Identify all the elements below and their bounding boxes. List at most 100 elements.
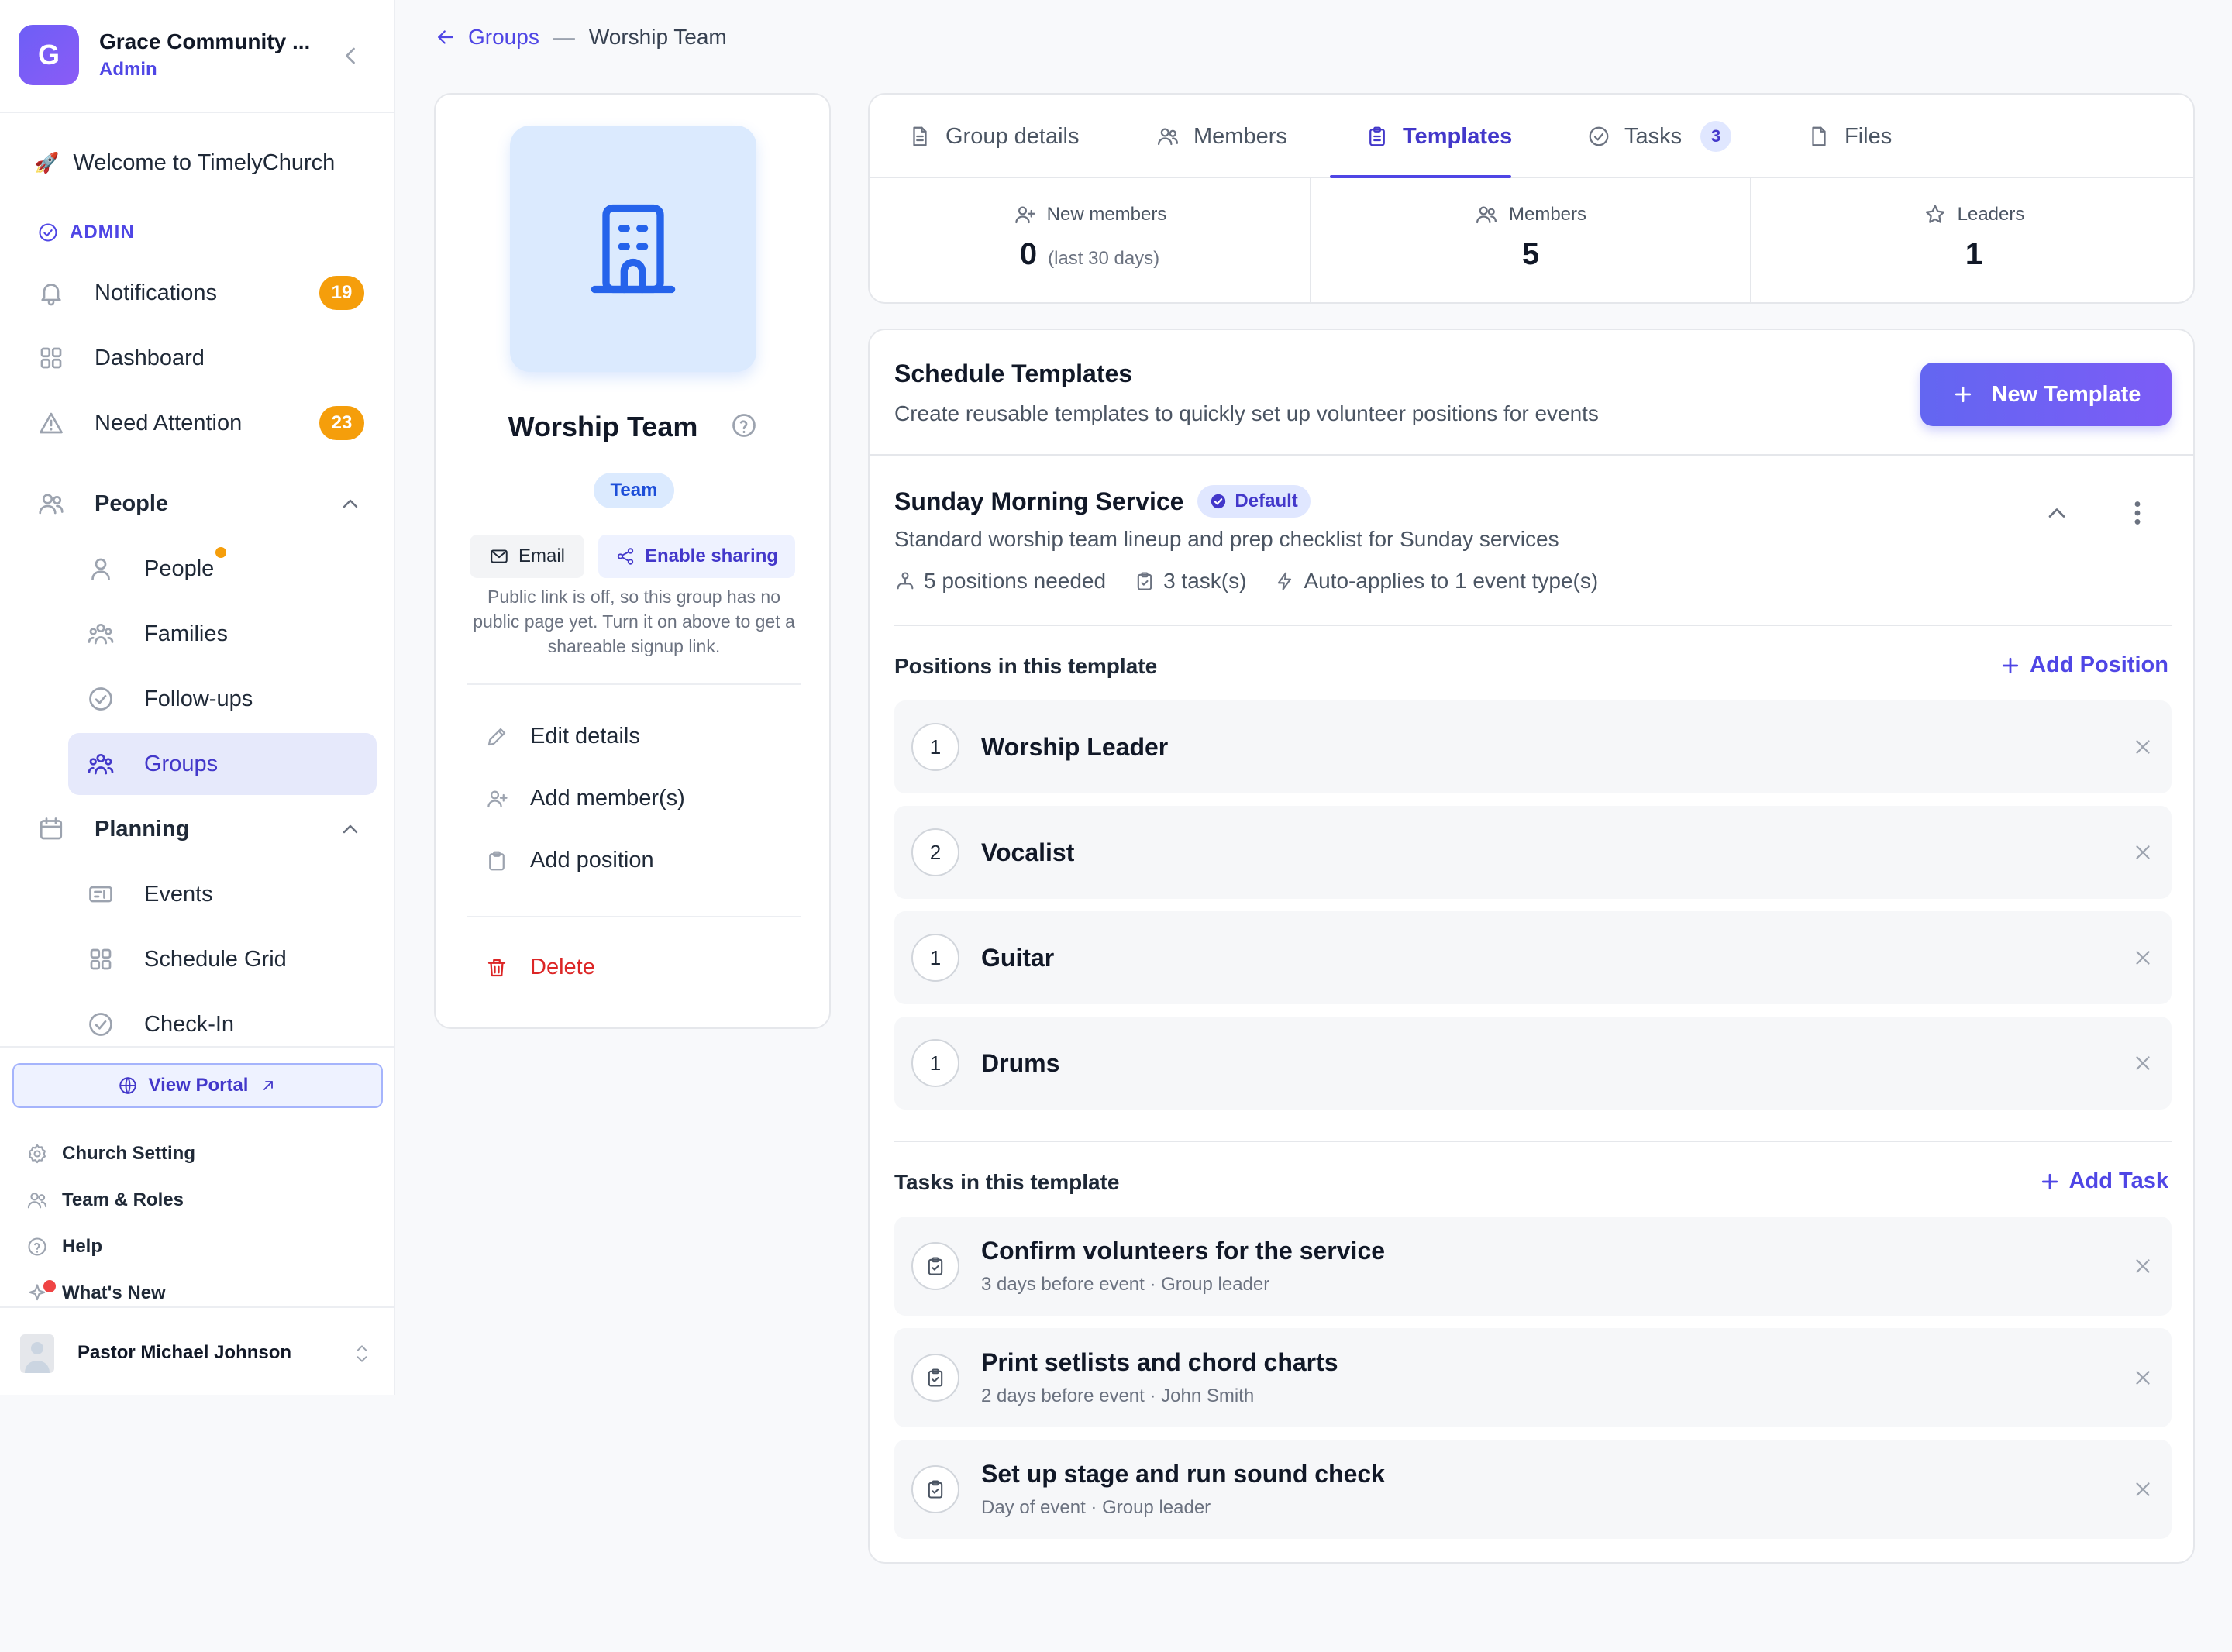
church-setting-link[interactable]: Church Setting xyxy=(26,1134,195,1173)
add-task-link[interactable]: Add Task xyxy=(2038,1168,2168,1194)
sidebar-section-people[interactable]: People xyxy=(31,476,372,532)
stat-value: 5 xyxy=(1521,237,1540,271)
org-header[interactable]: G Grace Community ... Admin xyxy=(0,0,394,113)
clipboard-check-icon xyxy=(928,1257,943,1275)
meta-positions: 5 positions needed xyxy=(894,569,1106,594)
add-member-button[interactable]: Add member(s) xyxy=(485,786,685,811)
task-icon-circle xyxy=(911,1354,959,1402)
sidebar-item-schedule-grid[interactable]: Schedule Grid xyxy=(68,928,377,990)
chevron-up-icon[interactable] xyxy=(338,817,363,841)
sidebar-item-label: Check-In xyxy=(144,1011,235,1037)
sidebar-item-events[interactable]: Events xyxy=(68,863,377,925)
task-detail: Day of event · Group leader xyxy=(981,1497,1211,1518)
enable-sharing-button[interactable]: Enable sharing xyxy=(598,535,795,578)
email-button[interactable]: Email xyxy=(470,535,584,578)
position-row[interactable]: 1 Worship Leader xyxy=(894,700,2172,793)
clipboard-check-icon xyxy=(928,1480,943,1499)
add-position-link[interactable]: Add Position xyxy=(1999,652,2168,678)
chevron-up-icon[interactable] xyxy=(2043,499,2071,527)
close-icon[interactable] xyxy=(2131,1051,2154,1075)
stat-number: 0 xyxy=(1019,237,1038,271)
sidebar-item-families[interactable]: Families xyxy=(68,603,377,665)
user-menu[interactable]: Pastor Michael Johnson xyxy=(0,1306,394,1395)
sidebar-item-follow-ups[interactable]: Follow-ups xyxy=(68,668,377,730)
group-name: Worship Team xyxy=(508,411,698,442)
delete-button[interactable]: Delete xyxy=(485,955,595,980)
meta-tasks-text: 3 task(s) xyxy=(1163,569,1247,593)
file-icon xyxy=(1812,126,1826,146)
help-label: Help xyxy=(62,1236,103,1257)
more-vertical-icon[interactable] xyxy=(2124,497,2151,528)
task-row[interactable]: Confirm volunteers for the service 3 day… xyxy=(894,1217,2172,1316)
team-roles-label: Team & Roles xyxy=(62,1189,184,1210)
position-name: Worship Leader xyxy=(981,733,1169,761)
team-roles-link[interactable]: Team & Roles xyxy=(26,1181,184,1220)
org-name: Grace Community ... xyxy=(99,29,311,53)
sidebar-item-notifications[interactable]: Notifications 19 xyxy=(31,265,372,321)
stat-label-text: Leaders xyxy=(1957,204,2025,225)
sidebar-item-dashboard[interactable]: Dashboard xyxy=(31,330,372,386)
close-icon[interactable] xyxy=(2131,841,2154,864)
task-row[interactable]: Set up stage and run sound check Day of … xyxy=(894,1440,2172,1539)
collapse-sidebar-icon[interactable] xyxy=(336,42,364,70)
position-row[interactable]: 1 Drums xyxy=(894,1017,2172,1110)
welcome-link[interactable]: 🚀 Welcome to TimelyChurch xyxy=(34,150,335,176)
tab-group-details[interactable]: Group details xyxy=(908,95,1080,178)
position-row[interactable]: 2 Vocalist xyxy=(894,806,2172,899)
close-icon[interactable] xyxy=(2131,1254,2154,1278)
view-portal-button[interactable]: View Portal xyxy=(12,1063,383,1108)
tab-members[interactable]: Members xyxy=(1156,95,1287,178)
position-count: 1 xyxy=(911,934,959,982)
help-link[interactable]: Help xyxy=(26,1227,102,1266)
user-plus-icon xyxy=(1014,206,1035,224)
add-task-label: Add Task xyxy=(2068,1168,2168,1193)
tab-templates[interactable]: Templates xyxy=(1366,95,1512,178)
tab-bar: Group details Members Templates Tasks 3 … xyxy=(870,95,2193,178)
edit-details-button[interactable]: Edit details xyxy=(485,724,640,749)
add-position-label: Add position xyxy=(530,848,654,872)
sidebar-item-groups[interactable]: Groups xyxy=(68,733,377,795)
add-position-button[interactable]: Add position xyxy=(485,848,654,873)
sidebar: G Grace Community ... Admin 🚀 Welcome to… xyxy=(0,0,395,1395)
task-row[interactable]: Print setlists and chord charts 2 days b… xyxy=(894,1328,2172,1427)
meta-positions-text: 5 positions needed xyxy=(924,569,1107,593)
edit-details-label: Edit details xyxy=(530,724,640,749)
template-name-row: Sunday Morning Service Default xyxy=(894,485,1311,518)
arrow-left-icon xyxy=(438,30,453,44)
share-icon xyxy=(617,548,634,565)
breadcrumb-back-link[interactable]: Groups xyxy=(434,25,539,50)
add-position-label: Add Position xyxy=(2030,652,2168,677)
close-icon[interactable] xyxy=(2131,946,2154,969)
sidebar-section-planning[interactable]: Planning xyxy=(31,801,372,857)
breadcrumb-current: Worship Team xyxy=(588,25,727,49)
tab-label: Group details xyxy=(946,123,1080,149)
new-template-button[interactable]: New Template xyxy=(1920,363,2172,426)
stat-label: Members xyxy=(1311,203,1750,226)
sidebar-item-label: Notifications xyxy=(95,280,217,305)
templates-description: Create reusable templates to quickly set… xyxy=(894,401,1599,425)
sidebar-item-need-attention[interactable]: Need Attention 23 xyxy=(31,395,372,451)
tab-label: Templates xyxy=(1403,123,1513,149)
gear-icon xyxy=(29,1144,46,1164)
sidebar-item-people[interactable]: People xyxy=(68,538,377,600)
grid-icon xyxy=(40,347,62,369)
tab-files[interactable]: Files xyxy=(1807,95,1892,178)
default-badge: Default xyxy=(1197,485,1311,518)
meta-auto-apply: Auto-applies to 1 event type(s) xyxy=(1274,569,1598,594)
close-icon[interactable] xyxy=(2131,735,2154,759)
position-row[interactable]: 1 Guitar xyxy=(894,911,2172,1004)
stat-label-text: Members xyxy=(1508,204,1587,225)
help-icon[interactable] xyxy=(730,411,758,439)
close-icon[interactable] xyxy=(2131,1478,2154,1501)
position-count: 1 xyxy=(911,723,959,771)
close-icon[interactable] xyxy=(2131,1366,2154,1389)
task-name: Set up stage and run sound check xyxy=(981,1460,1385,1488)
positions-section-title: Positions in this template xyxy=(894,654,1158,678)
clipboard-check-icon xyxy=(1137,572,1152,590)
groups-icon xyxy=(88,753,114,775)
delete-label: Delete xyxy=(530,955,595,979)
stat-label: New members xyxy=(870,203,1310,226)
hierarchy-icon xyxy=(897,572,914,590)
chevron-up-icon[interactable] xyxy=(338,491,363,516)
tab-tasks[interactable]: Tasks 3 xyxy=(1587,95,1732,178)
